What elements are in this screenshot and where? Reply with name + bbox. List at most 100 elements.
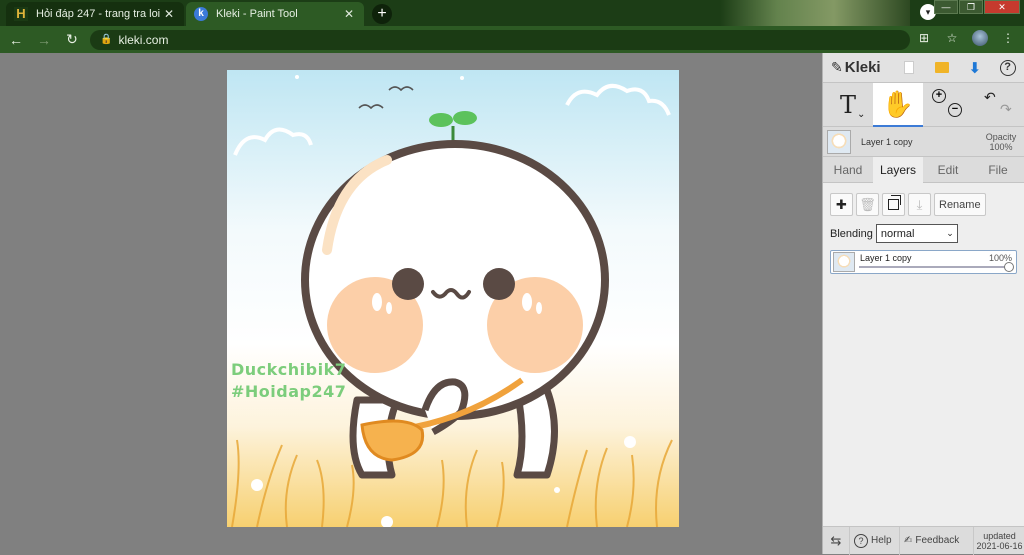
active-layer-name: Layer 1 copy <box>861 136 913 147</box>
active-layer-opacity: Opacity 100% <box>982 132 1020 152</box>
eye-left <box>392 268 424 300</box>
layer-actions: ✚ 🗑 ⤓ Rename <box>830 193 1017 216</box>
hand-icon: ✋ <box>881 88 915 119</box>
new-image-button[interactable] <box>893 53 926 83</box>
close-window-button[interactable]: ✕ <box>984 0 1020 14</box>
help-button[interactable]: ? <box>991 53 1024 83</box>
tab-file[interactable]: File <box>973 157 1023 183</box>
sprout-leaf <box>453 111 477 125</box>
updated-date: 2021-06-16 <box>976 540 1023 551</box>
kleki-logo[interactable]: ✎ Kleki <box>823 59 893 76</box>
undo-icon[interactable]: ↶ <box>984 89 996 106</box>
eye-right <box>483 268 515 300</box>
opacity-value: 100% <box>989 141 1013 152</box>
open-image-button[interactable] <box>926 53 959 83</box>
canvas-workspace[interactable]: Duckchibik7 #Hoidap247 <box>0 53 822 554</box>
sparkle <box>251 479 263 491</box>
tab-hand[interactable]: Hand <box>823 157 873 183</box>
tab-kleki[interactable]: k Kleki - Paint Tool ✕ <box>186 2 364 26</box>
tab-close-icon[interactable]: ✕ <box>162 7 176 21</box>
sprout-leaf <box>429 113 453 127</box>
tab-title: Kleki - Paint Tool <box>216 8 298 20</box>
browser-tab-bar: H Hỏi đáp 247 - trang tra loi ✕ k Kleki … <box>0 0 1024 26</box>
zoom-in-icon[interactable]: + <box>932 89 946 103</box>
feedback-button[interactable]: ✍ Feedback <box>899 526 973 555</box>
sparkle <box>554 487 560 493</box>
layer-opacity-slider[interactable] <box>859 266 1009 268</box>
updated-info: updated 2021-06-16 <box>973 526 1024 555</box>
window-controls: — ❐ ✕ <box>934 0 1020 14</box>
tool-row: T ⌄ ✋ + − ↶ ↷ <box>823 83 1024 127</box>
rename-layer-button[interactable]: Rename <box>934 193 986 216</box>
tab-edit[interactable]: Edit <box>923 157 973 183</box>
download-icon: ⬇ <box>968 59 982 77</box>
text-tool-button[interactable]: T ⌄ <box>823 83 873 127</box>
delete-layer-button[interactable]: 🗑 <box>856 193 879 216</box>
add-layer-button[interactable]: ✚ <box>830 193 853 216</box>
lock-icon: 🔒 <box>100 34 113 45</box>
merge-layer-button[interactable]: ⤓ <box>908 193 931 216</box>
watermark-author: Duckchibik7 <box>231 360 347 379</box>
opacity-slider-handle[interactable] <box>1004 262 1014 272</box>
panel-header: ✎ Kleki ⬇ ? <box>823 53 1024 83</box>
active-layer-info: Layer 1 copy Opacity 100% <box>823 127 1024 157</box>
restore-button[interactable]: ❐ <box>959 0 983 14</box>
translate-icon[interactable]: ⊞ <box>916 31 932 45</box>
chevron-down-icon: ⌄ <box>946 228 954 238</box>
tab-close-icon[interactable]: ✕ <box>342 7 356 21</box>
watermark-hashtag: #Hoidap247 <box>231 382 347 401</box>
layer-list-item[interactable]: Layer 1 copy 100% <box>830 250 1017 274</box>
browser-toolbar: ← → ↻ 🔒 kleki.com ⊞ ☆ ⋮ <box>0 26 1024 53</box>
swap-side-button[interactable]: ⇆ <box>823 533 849 549</box>
cheek-shine <box>536 302 542 314</box>
tab-layers[interactable]: Layers <box>873 157 923 183</box>
profile-avatar[interactable] <box>972 30 988 46</box>
canvas-illustration <box>227 70 679 527</box>
reload-button[interactable]: ↻ <box>60 31 84 48</box>
redo-icon[interactable]: ↷ <box>1000 101 1012 118</box>
layer-thumbnail <box>833 252 855 272</box>
panel-tabs: Hand Layers Edit File <box>823 157 1024 183</box>
save-image-button[interactable]: ⬇ <box>958 53 991 83</box>
address-url[interactable]: kleki.com <box>118 33 168 47</box>
sparkle <box>460 76 464 80</box>
footer-help-button[interactable]: ? Help <box>849 526 899 555</box>
toolbar-right-icons: ⊞ ☆ ⋮ <box>916 30 1016 46</box>
open-folder-icon <box>934 62 949 73</box>
zoom-out-icon[interactable]: − <box>948 103 962 117</box>
bookmark-star-icon[interactable]: ☆ <box>944 31 960 45</box>
tab-hoidap247[interactable]: H Hỏi đáp 247 - trang tra loi ✕ <box>6 2 184 26</box>
minimize-button[interactable]: — <box>934 0 958 14</box>
chevron-down-icon: ⌄ <box>857 109 866 120</box>
layer-thumbnail <box>827 129 851 154</box>
help-icon: ? <box>854 533 868 548</box>
kleki-logo-text: Kleki <box>844 59 881 76</box>
back-button[interactable]: ← <box>4 32 28 48</box>
blending-label: Blending <box>830 227 873 240</box>
text-tool-icon: T <box>839 91 856 119</box>
updated-label: updated <box>983 530 1016 541</box>
opacity-label: Opacity <box>985 131 1017 142</box>
kleki-logo-icon: ✎ <box>831 59 843 75</box>
forward-button[interactable]: → <box>32 32 56 48</box>
sparkle <box>624 436 636 448</box>
blending-select[interactable]: normal ⌄ <box>875 224 958 243</box>
kleki-side-panel: ✎ Kleki ⬇ ? T ⌄ ✋ + − ↶ ↷ Layer 1 copy O… <box>822 53 1024 555</box>
sparkle <box>295 75 299 79</box>
cheek-shine <box>386 302 392 314</box>
browser-menu-icon[interactable]: ⋮ <box>1000 31 1016 45</box>
zoom-buttons: + − <box>923 83 973 127</box>
feedback-icon: ✍ <box>904 535 913 546</box>
kleki-icon: k <box>194 7 208 21</box>
hand-tool-button[interactable]: ✋ <box>873 83 923 127</box>
feedback-label: Feedback <box>915 535 960 546</box>
duplicate-layer-button[interactable] <box>882 193 905 216</box>
drawing-canvas[interactable]: Duckchibik7 #Hoidap247 <box>227 70 679 527</box>
layer-name: Layer 1 copy <box>860 253 912 263</box>
address-bar[interactable]: 🔒 kleki.com <box>90 29 910 50</box>
footer-help-label: Help <box>871 535 892 546</box>
duplicate-icon <box>888 195 901 210</box>
new-tab-button[interactable]: + <box>372 4 392 24</box>
blending-row: Blending normal ⌄ <box>830 224 1017 243</box>
cheek-shine <box>522 293 532 311</box>
